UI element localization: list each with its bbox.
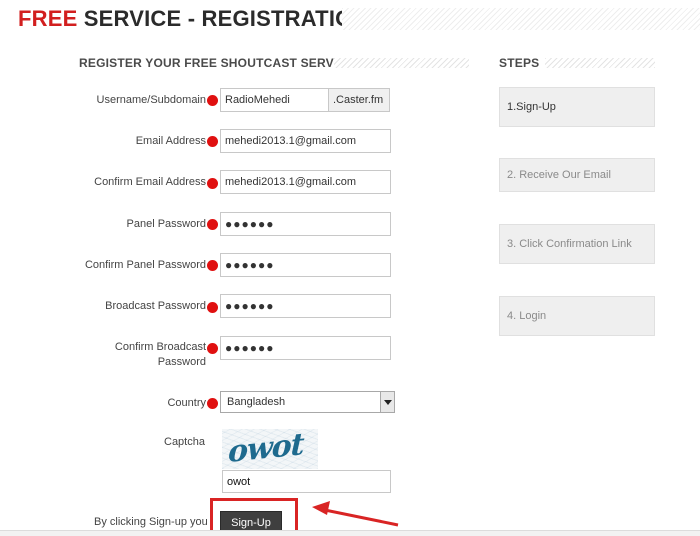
annotation-dot bbox=[207, 343, 218, 354]
bottom-divider bbox=[0, 530, 700, 536]
annotation-dot bbox=[207, 178, 218, 189]
terms-text: By clicking Sign-up you bbox=[94, 516, 208, 528]
captcha-input[interactable] bbox=[222, 470, 391, 493]
page-title: FREE SERVICE - REGISTRATION bbox=[18, 6, 369, 32]
annotation-highlight-box bbox=[210, 498, 298, 534]
captcha-image-text: owot bbox=[227, 426, 305, 471]
confirm-panel-password-input[interactable] bbox=[220, 253, 391, 277]
annotation-dot bbox=[207, 398, 218, 409]
step-item-4: 4. Login bbox=[499, 296, 655, 336]
chevron-down-icon[interactable] bbox=[380, 392, 394, 412]
email-input[interactable] bbox=[220, 129, 391, 153]
confirm-broadcast-password-input[interactable] bbox=[220, 336, 391, 360]
country-label: Country bbox=[167, 397, 206, 409]
broadcast-password-label: Broadcast Password bbox=[105, 300, 206, 312]
annotation-dot bbox=[207, 260, 218, 271]
confirm-broadcast-password-label-line2: Password bbox=[157, 356, 206, 368]
steps-heading-decoration bbox=[545, 58, 655, 68]
username-input[interactable] bbox=[220, 88, 329, 112]
steps-heading: STEPS bbox=[499, 56, 540, 70]
page-title-free: FREE bbox=[18, 6, 78, 31]
panel-password-input[interactable] bbox=[220, 212, 391, 236]
annotation-dot bbox=[207, 95, 218, 106]
annotation-dot bbox=[207, 136, 218, 147]
annotation-dot bbox=[207, 219, 218, 230]
confirm-email-label: Confirm Email Address bbox=[94, 176, 206, 188]
confirm-email-input[interactable] bbox=[220, 170, 391, 194]
confirm-broadcast-password-label-line1: Confirm Broadcast bbox=[114, 341, 206, 353]
confirm-broadcast-password-label: Confirm Broadcast Password bbox=[6, 340, 206, 370]
register-heading: REGISTER YOUR FREE SHOUTCAST SERVER bbox=[79, 56, 351, 70]
username-label: Username/Subdomain bbox=[96, 94, 206, 106]
page-title-rest: SERVICE - REGISTRATION bbox=[83, 6, 369, 31]
captcha-label: Captcha bbox=[164, 436, 205, 448]
broadcast-password-input[interactable] bbox=[220, 294, 391, 318]
country-selected-value: Bangladesh bbox=[227, 396, 286, 408]
header-decoration bbox=[342, 8, 700, 30]
email-label: Email Address bbox=[135, 135, 206, 147]
panel-password-label: Panel Password bbox=[126, 218, 207, 230]
step-item-1: 1.Sign-Up bbox=[499, 87, 655, 127]
register-heading-decoration bbox=[334, 58, 469, 68]
step-item-3: 3. Click Confirmation Link bbox=[499, 224, 655, 264]
annotation-arrow bbox=[312, 501, 399, 527]
captcha-image: owot bbox=[222, 426, 318, 471]
confirm-panel-password-label: Confirm Panel Password bbox=[84, 259, 206, 271]
country-select[interactable]: Bangladesh bbox=[220, 391, 395, 413]
step-item-2: 2. Receive Our Email bbox=[499, 158, 655, 192]
annotation-dot bbox=[207, 302, 218, 313]
domain-suffix: .Caster.fm bbox=[329, 88, 390, 112]
